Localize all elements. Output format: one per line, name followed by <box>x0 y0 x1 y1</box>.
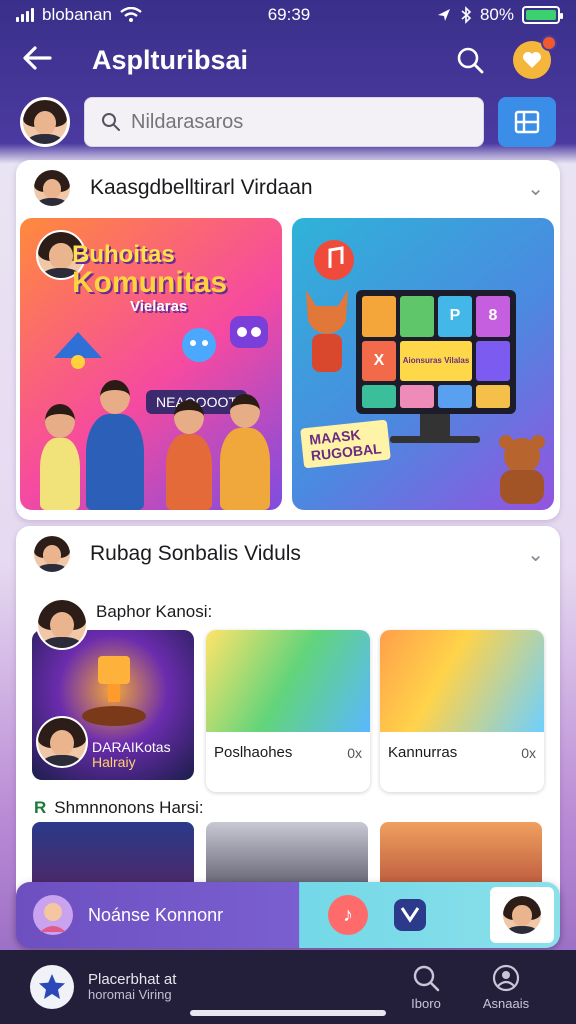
wifi-icon <box>120 7 142 22</box>
game-monitor: P 8 X Aionsuras Vilalas <box>356 290 516 414</box>
search-field[interactable] <box>84 97 484 147</box>
host-avatar <box>36 598 88 650</box>
notifications-button[interactable] <box>510 35 557 82</box>
promo-tile-community[interactable]: Buhoitas Komunitas Vielaras NEAOOOOT <box>20 218 282 510</box>
floating-action-bar: Noánse Konnonr ♪ <box>16 882 560 948</box>
video-card[interactable]: Kannurras 0x <box>380 630 544 792</box>
dismiss-button[interactable]: 0x <box>347 745 362 761</box>
author-avatar <box>32 534 72 574</box>
video-button[interactable] <box>390 895 430 935</box>
heart-badge-icon <box>513 35 557 79</box>
app-header: Asplturibsai <box>0 30 576 90</box>
music-button[interactable]: ♪ <box>328 895 368 935</box>
search-button[interactable] <box>448 38 492 82</box>
person-figure <box>220 394 270 510</box>
carrier-label: blobanan <box>42 5 112 24</box>
video-thumbnail <box>380 630 544 732</box>
character-avatar-icon <box>33 895 73 935</box>
promo-tag: MAASK RUGOBAL <box>300 419 391 469</box>
video-thumbnail[interactable] <box>380 822 542 882</box>
profile-button[interactable] <box>490 887 554 943</box>
back-button[interactable] <box>22 42 66 79</box>
user-avatar[interactable] <box>20 97 70 147</box>
video-thumbnail[interactable] <box>206 822 368 882</box>
now-playing-info[interactable]: Placerbhat at horomai Viring <box>88 971 386 1003</box>
search-input[interactable] <box>131 110 467 134</box>
search-icon <box>413 965 440 991</box>
user-circle-icon <box>492 964 520 991</box>
person-figure <box>40 404 80 510</box>
video-thumbnail <box>206 630 370 732</box>
lamp-icon <box>54 332 102 369</box>
featured-caption: DARAIKotas Halraiy <box>92 739 171 771</box>
section-title: Kaasgdbelltirarl Virdaan <box>90 176 313 199</box>
trophy-icon <box>82 656 146 726</box>
tab-account[interactable]: Asnaais <box>466 964 546 1011</box>
status-bar: blobanan 69:39 80% <box>0 0 576 30</box>
section-title: Rubag Sonbalis Viduls <box>90 542 301 565</box>
clock: 69:39 <box>267 5 311 24</box>
profile-avatar <box>502 895 542 935</box>
notification-dot <box>541 35 557 51</box>
featured-video-tile[interactable]: DARAIKotas Halraiy <box>32 630 194 780</box>
author-avatar <box>32 168 72 208</box>
signal-icon <box>16 8 34 22</box>
section-header[interactable]: Kaasgdbelltirarl Virdaan ⌄ <box>16 160 560 216</box>
location-icon <box>437 9 450 21</box>
video-title: Poslhaohes <box>214 744 293 761</box>
promo-heading: Buhoitas Komunitas Vielaras <box>72 241 228 315</box>
home-button[interactable] <box>30 965 74 1009</box>
search-icon <box>102 113 120 131</box>
page-title: Asplturibsai <box>92 44 249 75</box>
search-row <box>0 92 576 152</box>
video-thumbnail[interactable] <box>32 822 194 882</box>
layout-toggle-button[interactable] <box>498 97 556 147</box>
person-figure <box>166 400 212 510</box>
music-note-icon: ♪ <box>328 895 368 935</box>
music-note-icon <box>314 240 354 280</box>
bear-mascot-icon <box>499 435 545 504</box>
arrow-left-icon <box>23 45 52 70</box>
video-shield-icon <box>394 899 426 931</box>
battery-percent: 80% <box>479 5 514 24</box>
host-avatar <box>36 716 88 768</box>
battery-icon <box>521 6 563 24</box>
section-card-featured: Kaasgdbelltirarl Virdaan ⌄ Buhoitas Komu… <box>16 160 560 520</box>
dog-mascot-icon <box>306 290 348 372</box>
tab-explore[interactable]: Iboro <box>386 964 466 1011</box>
home-indicator <box>190 1010 386 1016</box>
person-figure <box>86 380 144 510</box>
compose-label[interactable]: Noánse Konnonr <box>88 905 223 926</box>
subsection-title: R Shmnnonons Harsi: <box>34 798 204 817</box>
star-icon <box>39 974 65 999</box>
chevron-down-icon[interactable]: ⌄ <box>527 542 544 567</box>
search-icon <box>457 47 484 74</box>
chevron-down-icon[interactable]: ⌄ <box>527 176 544 201</box>
bluetooth-icon <box>461 6 472 24</box>
grid-icon <box>514 110 540 134</box>
robot-icon <box>230 316 268 348</box>
promo-tile-games[interactable]: P 8 X Aionsuras Vilalas MAASK RUGOBAL <box>292 218 554 510</box>
video-title: Kannurras <box>388 744 458 761</box>
section-header[interactable]: Rubag Sonbalis Viduls ⌄ <box>16 526 560 582</box>
dismiss-button[interactable]: 0x <box>521 745 536 761</box>
chat-bubble-icon <box>182 328 216 362</box>
subsection-title: Baphor Kanosi: <box>96 602 213 621</box>
video-card[interactable]: Poslhaohes 0x <box>206 630 370 792</box>
